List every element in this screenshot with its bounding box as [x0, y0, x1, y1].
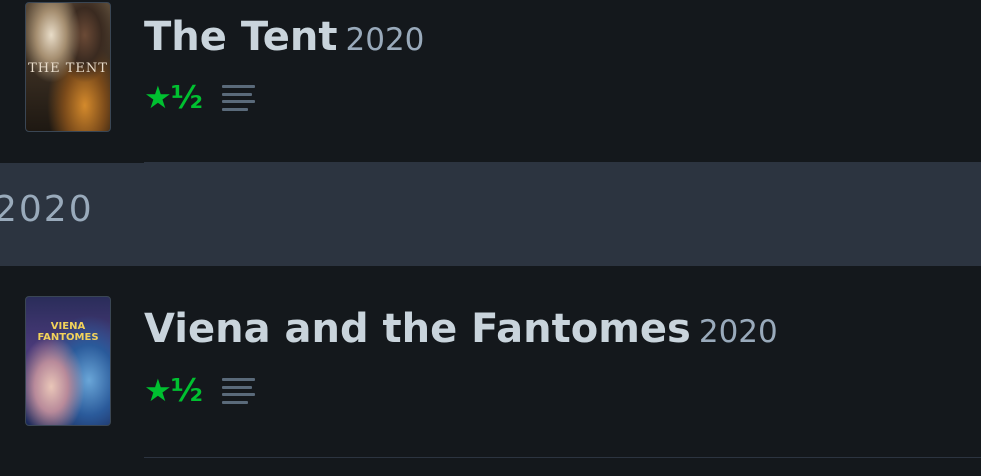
film-title-line: Viena and the Fantomes 2020	[144, 306, 778, 352]
review-text-icon[interactable]	[221, 378, 255, 404]
film-meta: ★½	[144, 80, 255, 116]
star-rating: ★½	[144, 80, 203, 116]
film-row[interactable]: THE TENT The Tent 2020 ★½	[0, 0, 981, 163]
film-poster[interactable]: VIENA FANTOMES	[25, 296, 111, 426]
review-text-icon[interactable]	[221, 85, 255, 111]
star-rating: ★½	[144, 373, 203, 409]
row-divider	[144, 457, 981, 458]
film-year-link[interactable]: 2020	[699, 314, 778, 350]
poster-caption: VIENA FANTOMES	[37, 321, 99, 343]
film-title-link[interactable]: The Tent	[144, 14, 338, 60]
film-meta: ★½	[144, 373, 255, 409]
year-section-header: 2020	[0, 163, 981, 266]
film-row[interactable]: VIENA FANTOMES Viena and the Fantomes 202…	[0, 266, 981, 458]
film-poster[interactable]: THE TENT	[25, 2, 111, 132]
film-title-link[interactable]: Viena and the Fantomes	[144, 306, 691, 352]
poster-caption: THE TENT	[28, 61, 108, 76]
film-year-link[interactable]: 2020	[346, 22, 425, 58]
film-title-line: The Tent 2020	[144, 14, 424, 60]
year-section-label: 2020	[0, 189, 94, 230]
